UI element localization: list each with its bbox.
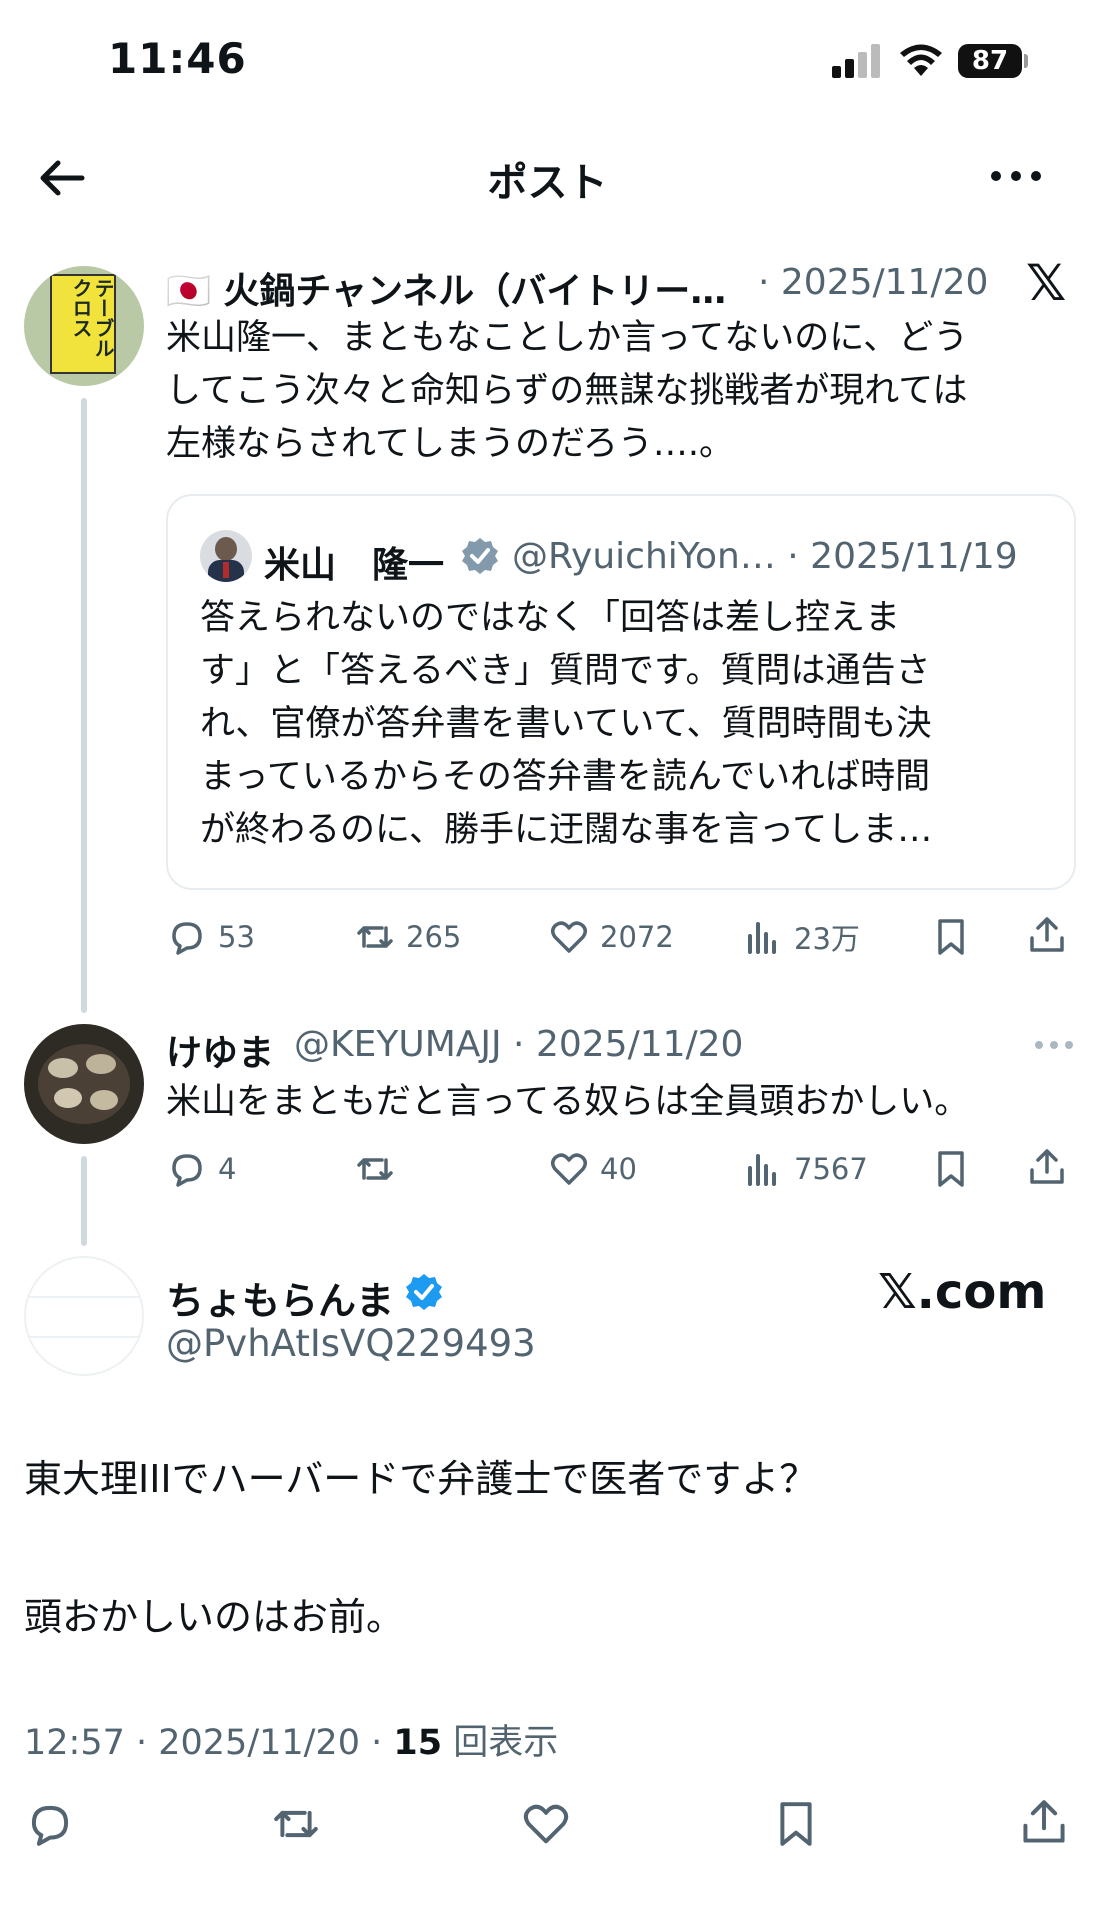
- wifi-icon: [900, 44, 942, 76]
- post-text-line: 東大理IIIでハーバードで弁護士で医者ですよ？: [24, 1457, 818, 1501]
- reply-count: 4: [218, 1152, 237, 1186]
- views-label: 回表示: [442, 1723, 559, 1763]
- more-options-icon[interactable]: [990, 164, 1042, 188]
- x-logo-icon: 𝕏: [1026, 254, 1067, 312]
- avatar[interactable]: テーブルクロス: [24, 266, 144, 386]
- heart-icon: [551, 1153, 587, 1185]
- views-button[interactable]: 23万: [742, 916, 860, 958]
- share-icon[interactable]: [1018, 1796, 1070, 1848]
- post-text-line: 頭おかしいのはお前。: [24, 1595, 405, 1639]
- text-line: してこう次々と命知らずの無謀な挑戦者が現れては: [166, 371, 968, 411]
- like-button[interactable]: 40: [548, 1148, 637, 1190]
- reply-button[interactable]: 53: [166, 916, 255, 958]
- bookmark-icon[interactable]: [770, 1798, 822, 1850]
- repost-icon: [357, 926, 393, 948]
- battery-tip: [1024, 54, 1028, 68]
- like-count: 40: [600, 1152, 637, 1186]
- post-text: 米山隆一、まともなことしか言ってないのに、どう してこう次々と命知らずの無謀な挑…: [166, 312, 1066, 471]
- text-line: 米山隆一、まともなことしか言ってないのに、どう: [166, 318, 969, 358]
- post-text: 米山をまともだと言ってる奴らは全員頭おかしい。: [166, 1082, 970, 1122]
- cellular-signal-icon: [832, 44, 880, 78]
- reply-count: 53: [218, 920, 255, 954]
- text-line: が終わるのに、勝手に迂闊な事を言ってしま…: [200, 810, 933, 850]
- display-name[interactable]: 🇯🇵 火鍋チャンネル（バイトリー…: [166, 262, 756, 314]
- display-name[interactable]: けゆま: [166, 1024, 274, 1076]
- avatar[interactable]: [24, 1256, 144, 1376]
- display-name[interactable]: ちょもらんま: [166, 1270, 394, 1325]
- views-count: 15: [393, 1723, 443, 1763]
- repost-icon: [357, 1158, 393, 1180]
- reply-icon: [172, 1154, 202, 1187]
- post-date[interactable]: · 2025/11/20: [758, 262, 988, 303]
- heart-icon[interactable]: [520, 1798, 572, 1850]
- heart-icon: [551, 921, 587, 953]
- battery-level: 87: [958, 44, 1022, 78]
- share-icon[interactable]: [1026, 1146, 1068, 1188]
- bookmark-icon[interactable]: [930, 916, 972, 958]
- analytics-icon: [748, 922, 776, 954]
- avatar-text: テーブルクロス: [69, 278, 114, 358]
- reply-icon: [172, 922, 202, 955]
- verified-badge-icon: [406, 1274, 442, 1310]
- post-timestamp: 12:57 · 2025/11/20 · 15 回表示: [24, 1714, 558, 1765]
- status-time: 11:46: [108, 34, 247, 83]
- repost-button[interactable]: 265: [354, 916, 461, 958]
- more-options-icon[interactable]: [1034, 1038, 1074, 1052]
- like-count: 2072: [600, 920, 674, 954]
- analytics-icon: [748, 1154, 776, 1186]
- text-line: 左様ならされてしまうのだろう….。: [166, 424, 734, 464]
- thread-line: [81, 1156, 87, 1246]
- text-line: まっているからその答弁書を読んでいれば時間: [200, 757, 931, 797]
- views-count: 7567: [794, 1152, 868, 1186]
- text-line: す」と「答えるべき」質問です。質問は通告さ: [200, 651, 931, 691]
- thread-line: [81, 398, 87, 1013]
- avatar[interactable]: [24, 1024, 144, 1144]
- views-count: 23万: [794, 922, 860, 956]
- quote-text: 答えられないのではなく「回答は差し控えま す」と「答えるべき」質問です。質問は通…: [200, 592, 1060, 857]
- quote-handle-date[interactable]: @RyuichiYon… · 2025/11/19: [512, 536, 1018, 577]
- verified-badge-icon: [462, 538, 498, 574]
- page-title: ポスト: [487, 160, 608, 206]
- reply-icon[interactable]: [24, 1798, 76, 1850]
- repost-count: 265: [406, 920, 462, 954]
- quote-avatar[interactable]: [200, 530, 252, 582]
- repost-button[interactable]: [354, 1148, 406, 1190]
- bookmark-icon[interactable]: [930, 1148, 972, 1190]
- handle[interactable]: @PvhAtIsVQ229493: [166, 1322, 536, 1365]
- views-button[interactable]: 7567: [742, 1148, 868, 1190]
- handle-date[interactable]: @KEYUMAJJ · 2025/11/20: [294, 1024, 743, 1065]
- text-line: れ、官僚が答弁書を書いていて、質問時間も決: [200, 704, 932, 744]
- text-line: 答えられないのではなく「回答は差し控えま: [200, 598, 901, 638]
- x-com-watermark: 𝕏.com: [878, 1264, 1047, 1320]
- share-icon[interactable]: [1026, 914, 1068, 956]
- quote-display-name[interactable]: 米山 隆一: [264, 536, 444, 588]
- post-time: 12:57 · 2025/11/20 ·: [24, 1723, 394, 1763]
- reply-button[interactable]: 4: [166, 1148, 236, 1190]
- like-button[interactable]: 2072: [548, 916, 674, 958]
- repost-icon[interactable]: [270, 1798, 322, 1850]
